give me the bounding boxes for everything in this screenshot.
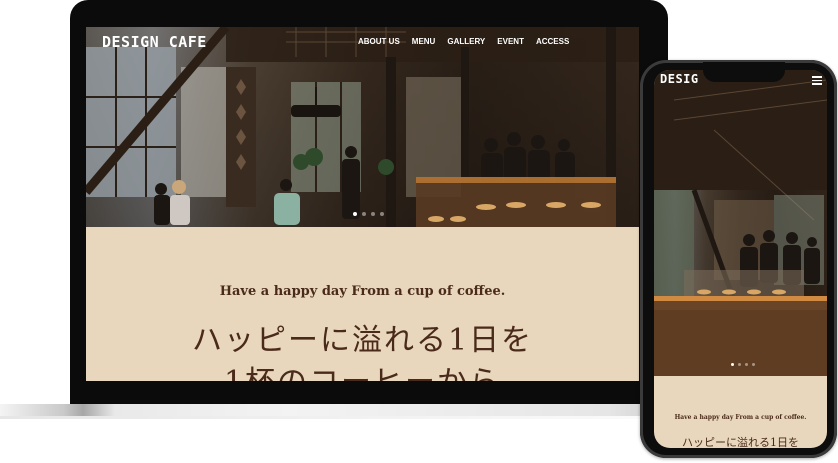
phone-hero-image: DESIG	[654, 70, 827, 376]
slider-dot-2[interactable]	[362, 212, 366, 216]
top-navigation: DESIGN CAFE ABOUT US MENU GALLERY EVENT …	[102, 30, 632, 54]
hero-image: DESIGN CAFE ABOUT US MENU GALLERY EVENT …	[86, 27, 639, 227]
phone-site-logo[interactable]: DESIG	[660, 72, 699, 86]
nav-access[interactable]: ACCESS	[536, 37, 569, 46]
cafe-photo	[86, 27, 639, 227]
phone-slider-dots	[731, 363, 755, 366]
nav-menu: ABOUT US MENU GALLERY EVENT ACCESS	[358, 37, 569, 46]
phone-slider-dot-1[interactable]	[731, 363, 734, 366]
tagline-english: Have a happy day From a cup of coffee.	[219, 284, 506, 299]
slider-dot-1[interactable]	[353, 212, 357, 216]
slider-dot-3[interactable]	[371, 212, 375, 216]
site-logo[interactable]: DESIGN CAFE	[102, 33, 207, 51]
nav-event[interactable]: EVENT	[497, 37, 524, 46]
slider-dot-4[interactable]	[380, 212, 384, 216]
phone-slider-dot-2[interactable]	[738, 363, 741, 366]
tagline-japanese-line1: ハッピーに溢れる1日を	[191, 323, 534, 358]
phone-notch	[703, 62, 785, 82]
nav-gallery[interactable]: GALLERY	[447, 37, 485, 46]
slider-dots	[353, 212, 384, 216]
nav-about-us[interactable]: ABOUT US	[358, 37, 400, 46]
nav-menu-link[interactable]: MENU	[412, 37, 436, 46]
laptop-screen: DESIGN CAFE ABOUT US MENU GALLERY EVENT …	[86, 27, 639, 381]
hamburger-menu-icon[interactable]	[812, 76, 822, 85]
phone-tagline-english: Have a happy day From a cup of coffee.	[674, 414, 807, 421]
laptop-base-shadow	[0, 416, 640, 419]
laptop-base	[0, 404, 640, 416]
phone-tagline-japanese: ハッピーに溢れる1日を	[682, 436, 799, 448]
phone-cafe-photo	[654, 70, 827, 376]
phone-screen: DESIG Have a happy day From a cup of cof…	[654, 70, 827, 448]
tagline-japanese-line2: 1杯のコーヒーから	[86, 357, 639, 381]
phone-slider-dot-3[interactable]	[745, 363, 748, 366]
phone-slider-dot-4[interactable]	[752, 363, 755, 366]
